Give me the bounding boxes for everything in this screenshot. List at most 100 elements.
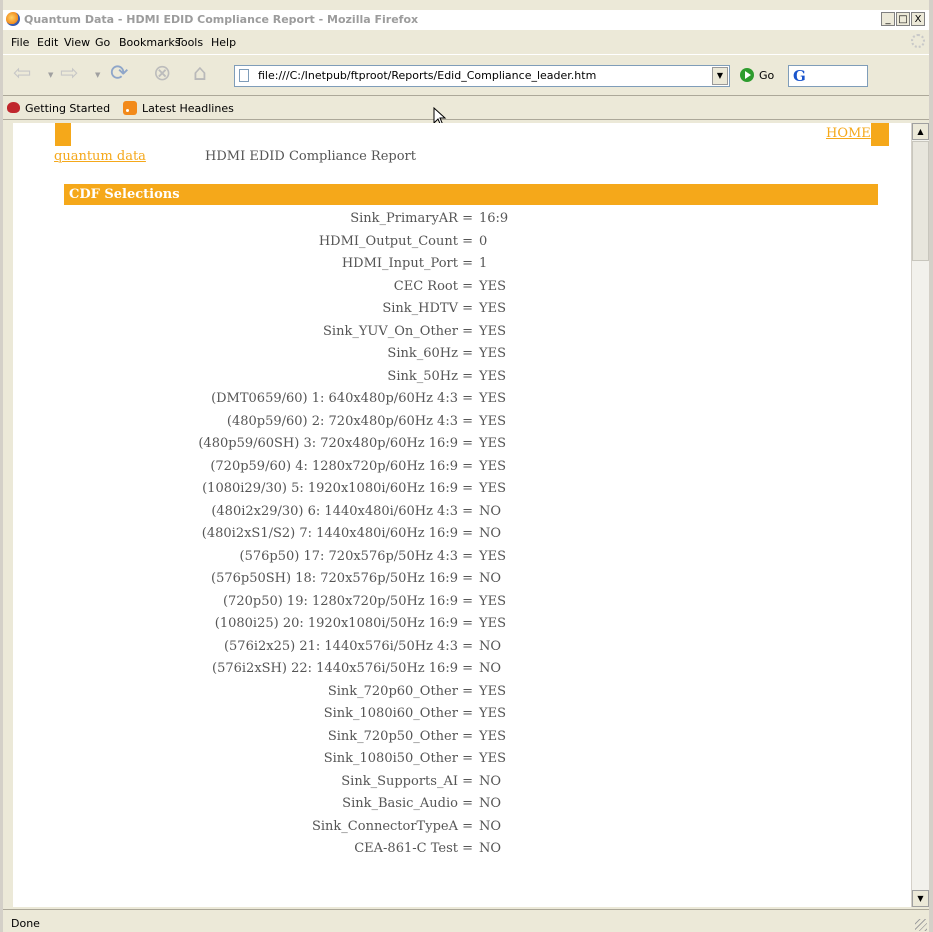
status-bar: Done xyxy=(3,909,929,932)
table-row: Sink_720p60_Other = YES xyxy=(13,684,911,707)
row-label: Sink_50Hz = xyxy=(387,368,473,384)
table-row: Sink_ConnectorTypeA = NO xyxy=(13,819,911,842)
url-dropdown-icon[interactable]: ▼ xyxy=(712,67,728,85)
row-value: YES xyxy=(479,728,506,744)
close-button[interactable]: X xyxy=(911,12,925,26)
scroll-down-icon[interactable]: ▼ xyxy=(912,890,929,907)
getting-started-icon xyxy=(7,102,20,113)
brand-link[interactable]: quantum data xyxy=(54,149,146,164)
row-value: YES xyxy=(479,278,506,294)
row-label: (576p50SH) 18: 720x576p/50Hz 16:9 = xyxy=(211,571,473,586)
home-link[interactable]: HOME xyxy=(826,126,871,141)
row-label: (480p59/60) 2: 720x480p/60Hz 4:3 = xyxy=(226,413,473,429)
row-label: (480p59/60SH) 3: 720x480p/60Hz 16:9 = xyxy=(198,436,473,451)
back-dropdown-icon[interactable]: ▼ xyxy=(48,71,53,79)
page-content: HOME quantum data HDMI EDID Compliance R… xyxy=(13,123,911,907)
forward-dropdown-icon[interactable]: ▼ xyxy=(95,71,100,79)
row-label: Sink_PrimaryAR = xyxy=(350,211,473,226)
reload-icon[interactable]: ⟳ xyxy=(110,61,128,87)
row-value: NO xyxy=(479,503,502,519)
table-row: HDMI_Input_Port = 1 xyxy=(13,256,911,279)
row-value: YES xyxy=(479,436,506,451)
go-button-label[interactable]: Go xyxy=(759,69,774,82)
google-icon[interactable]: G xyxy=(793,67,806,85)
row-label: Sink_720p60_Other = xyxy=(327,683,473,699)
table-row: (720p59/60) 4: 1280x720p/60Hz 16:9 = YES xyxy=(13,459,911,482)
row-value: YES xyxy=(479,323,506,339)
back-arrow-icon[interactable]: ⇦ xyxy=(13,61,31,87)
url-text[interactable]: file:///C:/Inetpub/ftproot/Reports/Edid_… xyxy=(258,69,596,82)
row-label: CEA-861-C Test = xyxy=(354,841,473,856)
stop-icon[interactable]: ⊗ xyxy=(153,61,171,87)
row-value: YES xyxy=(479,683,506,699)
row-value: YES xyxy=(479,616,506,631)
row-label: Sink_Supports_AI = xyxy=(341,773,473,789)
row-label: Sink_60Hz = xyxy=(387,346,473,361)
maximize-button[interactable]: □ xyxy=(896,12,910,26)
row-label: Sink_HDTV = xyxy=(382,301,473,316)
row-label: Sink_ConnectorTypeA = xyxy=(311,818,473,834)
row-value: YES xyxy=(479,346,506,361)
table-row: (480i2x29/30) 6: 1440x480i/60Hz 4:3 = NO xyxy=(13,504,911,527)
page-icon xyxy=(239,69,249,82)
row-label: (1080i29/30) 5: 1920x1080i/60Hz 16:9 = xyxy=(202,481,473,496)
minimize-button[interactable]: _ xyxy=(881,12,895,26)
row-value: NO xyxy=(479,526,502,541)
row-label: (720p59/60) 4: 1280x720p/60Hz 16:9 = xyxy=(210,458,473,474)
row-value: YES xyxy=(479,391,506,406)
row-label: Sink_720p50_Other = xyxy=(327,728,473,744)
row-value: YES xyxy=(479,751,506,766)
menu-edit[interactable]: Edit xyxy=(37,36,58,49)
table-row: (480i2xS1/S2) 7: 1440x480i/60Hz 16:9 = NO xyxy=(13,526,911,549)
row-label: Sink_Basic_Audio = xyxy=(342,796,473,811)
forward-arrow-icon[interactable]: ⇨ xyxy=(60,61,78,87)
scroll-thumb[interactable] xyxy=(912,141,929,261)
go-icon[interactable] xyxy=(740,68,754,82)
scroll-up-icon[interactable]: ▲ xyxy=(912,123,929,140)
navigation-toolbar: ⇦ ▼ ⇨ ▼ ⟳ ⊗ ⌂ file:///C:/Inetpub/ftproot… xyxy=(3,54,929,96)
search-input[interactable]: G xyxy=(788,65,868,87)
table-row: Sink_60Hz = YES xyxy=(13,346,911,369)
selection-table: Sink_PrimaryAR = 16:9 HDMI_Output_Count = 0… xyxy=(13,211,911,864)
row-label: HDMI_Input_Port = xyxy=(341,256,473,271)
row-value: YES xyxy=(479,706,506,721)
table-row: (DMT0659/60) 1: 640x480p/60Hz 4:3 = YES xyxy=(13,391,911,414)
row-value: NO xyxy=(479,571,502,586)
menu-view[interactable]: View xyxy=(64,36,90,49)
status-text: Done xyxy=(11,917,40,930)
row-label: (576i2xSH) 22: 1440x576i/50Hz 16:9 = xyxy=(212,661,473,676)
table-row: Sink_HDTV = YES xyxy=(13,301,911,324)
table-row: (720p50) 19: 1280x720p/50Hz 16:9 = YES xyxy=(13,594,911,617)
bookmark-getting-started[interactable]: Getting Started xyxy=(25,102,110,115)
menu-go[interactable]: Go xyxy=(95,36,110,49)
row-label: (DMT0659/60) 1: 640x480p/60Hz 4:3 = xyxy=(211,391,473,406)
table-row: (1080i25) 20: 1920x1080i/50Hz 16:9 = YES xyxy=(13,616,911,639)
home-icon[interactable]: ⌂ xyxy=(193,61,207,87)
browser-window: Quantum Data - HDMI EDID Compliance Repo… xyxy=(0,0,933,932)
bookmark-latest-headlines[interactable]: Latest Headlines xyxy=(142,102,234,115)
row-label: (720p50) 19: 1280x720p/50Hz 16:9 = xyxy=(222,593,473,609)
row-label: (480i2x29/30) 6: 1440x480i/60Hz 4:3 = xyxy=(211,503,473,519)
menu-bookmarks[interactable]: Bookmarks xyxy=(119,36,180,49)
row-label: (576i2x25) 21: 1440x576i/50Hz 4:3 = xyxy=(223,638,473,654)
menu-tools[interactable]: Tools xyxy=(176,36,203,49)
row-value: 0 xyxy=(479,233,488,249)
table-row: CEC Root = YES xyxy=(13,279,911,302)
url-bar[interactable]: file:///C:/Inetpub/ftproot/Reports/Edid_… xyxy=(234,65,730,87)
menu-help[interactable]: Help xyxy=(211,36,236,49)
row-value: YES xyxy=(479,481,506,496)
menu-file[interactable]: File xyxy=(11,36,29,49)
bookmarks-toolbar: Getting Started Latest Headlines xyxy=(3,97,929,120)
table-row: (480p59/60SH) 3: 720x480p/60Hz 16:9 = YES xyxy=(13,436,911,459)
throbber-icon xyxy=(911,34,925,48)
row-label: Sink_1080i60_Other = xyxy=(323,706,473,721)
row-value: 16:9 xyxy=(479,211,509,226)
window-title: Quantum Data - HDMI EDID Compliance Repo… xyxy=(24,13,419,26)
row-value: YES xyxy=(479,593,506,609)
row-value: YES xyxy=(479,458,506,474)
vertical-scrollbar[interactable]: ▲ ▼ xyxy=(911,123,929,907)
resize-grip-icon[interactable] xyxy=(915,919,927,931)
row-label: (480i2xS1/S2) 7: 1440x480i/60Hz 16:9 = xyxy=(201,526,473,541)
menu-bar: File Edit View Go Bookmarks Tools Help xyxy=(3,32,929,52)
table-row: HDMI_Output_Count = 0 xyxy=(13,234,911,257)
